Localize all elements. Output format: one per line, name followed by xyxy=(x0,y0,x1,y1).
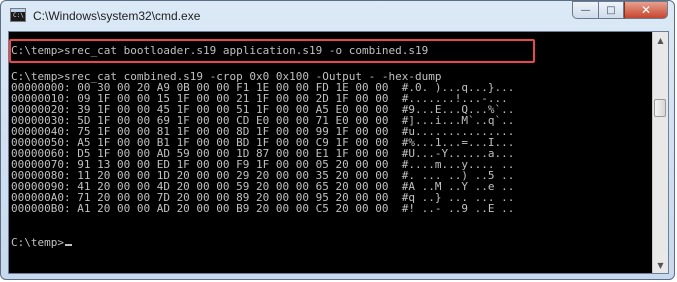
console-client-area: C:\temp>srec_cat bootloader.s19 applicat… xyxy=(8,31,669,274)
hexdump-row: 000000B0: A1 20 00 00 AD 20 00 00 B9 20 … xyxy=(11,202,515,215)
app-icon-text: C:\ xyxy=(13,12,24,19)
console-prompt-line: C:\temp> xyxy=(11,237,72,248)
scrollbar-thumb[interactable] xyxy=(654,99,666,117)
window-title: C:\Windows\system32\cmd.exe xyxy=(33,9,201,23)
vertical-scrollbar[interactable]: ▲ ▼ xyxy=(652,32,668,273)
cmd-window: C:\ C:\Windows\system32\cmd.exe — □ ✕ C:… xyxy=(0,0,675,280)
maximize-button[interactable]: □ xyxy=(598,1,624,19)
console-app-icon[interactable]: C:\ xyxy=(10,8,26,22)
window-controls: — □ ✕ xyxy=(572,1,668,20)
minimize-icon: — xyxy=(580,4,591,16)
console-output[interactable]: C:\temp>srec_cat bootloader.s19 applicat… xyxy=(9,32,653,273)
text-cursor xyxy=(64,244,72,246)
close-icon: ✕ xyxy=(640,3,652,17)
minimize-button[interactable]: — xyxy=(572,1,598,19)
prompt-text: C:\temp> xyxy=(11,236,64,249)
command-highlight-box xyxy=(9,39,535,63)
title-bar[interactable]: C:\ C:\Windows\system32\cmd.exe — □ ✕ xyxy=(1,1,674,31)
scroll-up-arrow-icon[interactable]: ▲ xyxy=(653,32,668,48)
maximize-icon: □ xyxy=(606,4,616,16)
close-button[interactable]: ✕ xyxy=(624,1,668,19)
scroll-down-arrow-icon[interactable]: ▼ xyxy=(653,257,668,273)
